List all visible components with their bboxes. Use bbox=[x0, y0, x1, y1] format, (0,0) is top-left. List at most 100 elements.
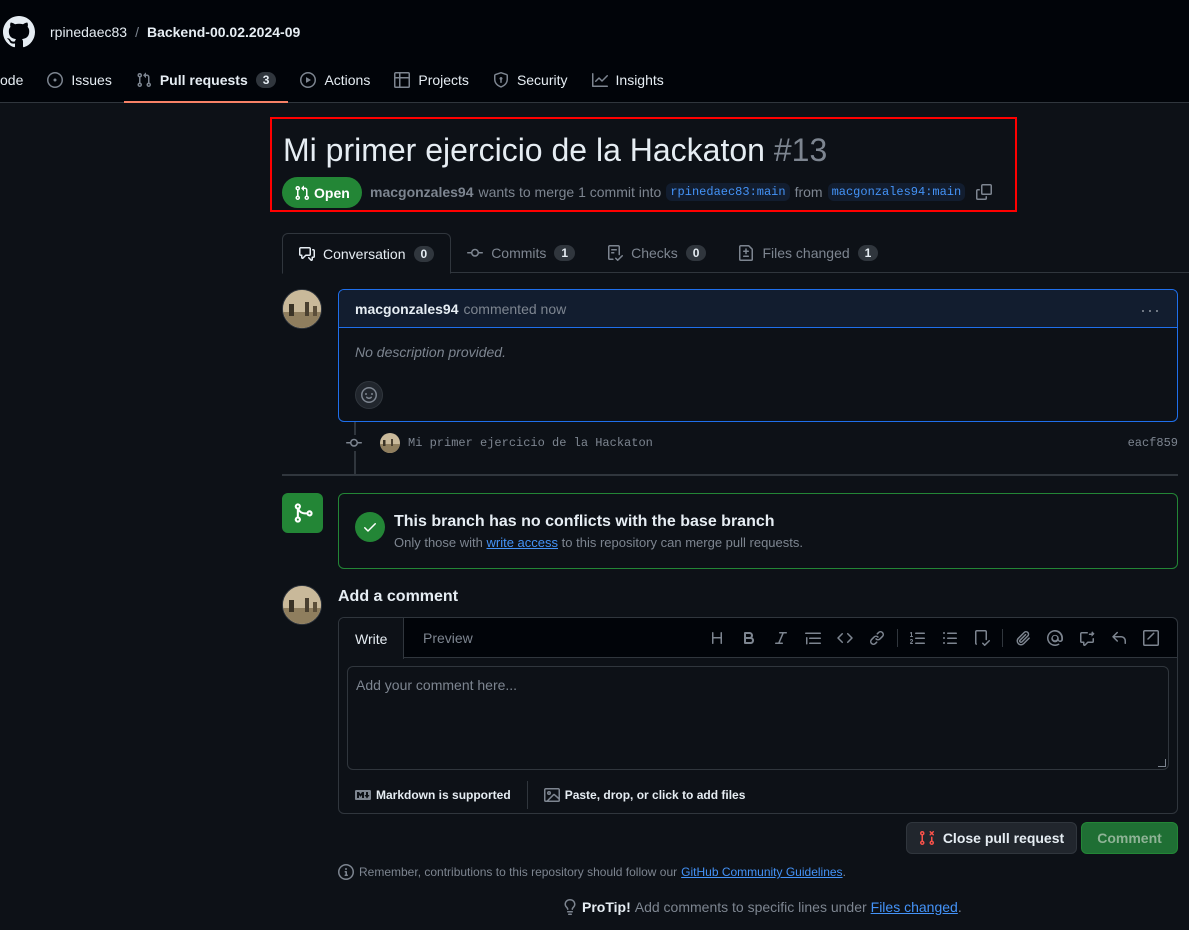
toolbar-divider bbox=[897, 629, 898, 647]
repo-nav: ode Issues Pull requests 3 Actions Proje… bbox=[0, 62, 676, 103]
base-branch[interactable]: rpinedaec83:main bbox=[666, 183, 790, 201]
kebab-menu-icon[interactable]: ··· bbox=[1140, 300, 1161, 321]
markdown-toolbar bbox=[701, 618, 1167, 658]
tab-write[interactable]: Write bbox=[339, 618, 405, 659]
task-list-icon[interactable] bbox=[966, 622, 998, 654]
git-pull-request-icon bbox=[295, 185, 310, 200]
repo-header: rpinedaec83 / Backend-00.02.2024-09 ode … bbox=[0, 0, 1189, 103]
comment-placeholder: Add your comment here... bbox=[356, 677, 518, 693]
nav-projects-label: Projects bbox=[418, 72, 469, 88]
nav-projects[interactable]: Projects bbox=[382, 62, 481, 98]
commit-author-avatar[interactable] bbox=[380, 433, 400, 453]
editor-footer: Markdown is supported Paste, drop, or cl… bbox=[339, 778, 1177, 812]
numbered-list-icon[interactable] bbox=[902, 622, 934, 654]
bold-icon[interactable] bbox=[733, 622, 765, 654]
git-pull-request-icon bbox=[137, 72, 151, 88]
comment-editor: Write Preview Add your comment here... M… bbox=[338, 617, 1178, 814]
comment-button[interactable]: Comment bbox=[1081, 822, 1178, 854]
mention-icon[interactable] bbox=[1039, 622, 1071, 654]
page-title: Mi primer ejercicio de la Hackaton #13 bbox=[283, 132, 827, 169]
avatar[interactable] bbox=[282, 289, 322, 329]
pull-requests-counter: 3 bbox=[255, 72, 277, 88]
tab-commits-count: 1 bbox=[554, 245, 576, 261]
heading-icon[interactable] bbox=[701, 622, 733, 654]
tab-checks[interactable]: Checks 0 bbox=[591, 233, 722, 273]
comment-meta: commented now bbox=[463, 300, 567, 317]
add-files-button[interactable]: Paste, drop, or click to add files bbox=[528, 787, 762, 803]
quote-icon[interactable] bbox=[797, 622, 829, 654]
issue-opened-icon bbox=[47, 72, 64, 88]
info-icon bbox=[338, 864, 354, 880]
merge-status-box: This branch has no conflicts with the ba… bbox=[338, 493, 1178, 569]
pr-author-link[interactable]: macgonzales94 bbox=[370, 184, 474, 200]
merge-summary: macgonzales94 wants to merge 1 commit in… bbox=[370, 183, 993, 201]
paperclip-icon[interactable] bbox=[1007, 622, 1039, 654]
merge-status-icon-box bbox=[282, 493, 323, 533]
nav-security[interactable]: Security bbox=[481, 62, 580, 98]
markdown-note: Markdown is supported bbox=[376, 788, 511, 802]
nav-issues[interactable]: Issues bbox=[35, 62, 123, 98]
tab-checks-count: 0 bbox=[685, 245, 707, 261]
breadcrumb-owner[interactable]: rpinedaec83 bbox=[50, 24, 127, 40]
nav-pull-requests-label: Pull requests bbox=[159, 72, 248, 88]
comment-textarea[interactable]: Add your comment here... bbox=[347, 666, 1169, 770]
merge-text: wants to merge 1 commit into bbox=[478, 184, 662, 200]
head-branch[interactable]: macgonzales94:main bbox=[827, 183, 966, 201]
files-changed-link[interactable]: Files changed bbox=[871, 899, 958, 915]
merge-sub-before: Only those with bbox=[394, 535, 483, 550]
commit-message[interactable]: Mi primer ejercicio de la Hackaton bbox=[408, 436, 653, 450]
breadcrumb-repo[interactable]: Backend-00.02.2024-09 bbox=[147, 24, 300, 40]
breadcrumb: rpinedaec83 / Backend-00.02.2024-09 bbox=[50, 24, 300, 40]
copy-icon[interactable] bbox=[976, 184, 993, 200]
tab-files-changed-count: 1 bbox=[857, 245, 879, 261]
editor-tabs: Write Preview bbox=[339, 618, 1177, 659]
close-pull-request-label: Close pull request bbox=[942, 830, 1065, 846]
light-bulb-icon bbox=[564, 899, 576, 915]
nav-code[interactable]: ode bbox=[0, 62, 35, 98]
shield-icon bbox=[493, 72, 508, 88]
comment-header: macgonzales94 commented now bbox=[339, 290, 1177, 328]
close-pull-request-button[interactable]: Close pull request bbox=[906, 822, 1077, 854]
github-logo-icon[interactable] bbox=[3, 16, 35, 48]
slash-command-icon[interactable] bbox=[1135, 622, 1167, 654]
italic-icon[interactable] bbox=[765, 622, 797, 654]
tab-preview[interactable]: Preview bbox=[407, 618, 489, 658]
add-reaction-button[interactable] bbox=[355, 381, 383, 409]
smiley-icon bbox=[361, 387, 377, 403]
pr-title-text: Mi primer ejercicio de la Hackaton bbox=[283, 132, 765, 168]
tab-conversation-count: 0 bbox=[413, 245, 435, 262]
comment-discussion-icon bbox=[299, 246, 315, 261]
write-access-link[interactable]: write access bbox=[487, 535, 559, 550]
current-user-avatar[interactable] bbox=[282, 585, 322, 625]
reply-icon[interactable] bbox=[1103, 622, 1135, 654]
nav-pull-requests[interactable]: Pull requests 3 bbox=[123, 62, 289, 103]
markdown-supported-link[interactable]: Markdown is supported bbox=[339, 787, 527, 803]
merge-status-subtitle: Only those with write access to this rep… bbox=[394, 535, 803, 550]
tab-files-changed[interactable]: Files changed 1 bbox=[722, 233, 894, 273]
from-text: from bbox=[794, 184, 823, 200]
community-guidelines-link[interactable]: GitHub Community Guidelines bbox=[681, 865, 842, 879]
resize-handle[interactable] bbox=[1158, 759, 1166, 767]
git-commit-icon bbox=[467, 248, 484, 257]
link-icon[interactable] bbox=[861, 622, 893, 654]
play-icon bbox=[300, 72, 317, 88]
remember-text: Remember, contributions to this reposito… bbox=[359, 865, 678, 879]
pr-tabs: Conversation 0 Commits 1 Checks 0 Files … bbox=[282, 233, 1189, 274]
tab-checks-label: Checks bbox=[631, 245, 678, 261]
nav-issues-label: Issues bbox=[71, 72, 112, 88]
commit-sha[interactable]: eacf859 bbox=[1128, 436, 1178, 450]
protip-period: . bbox=[957, 899, 962, 915]
graph-icon bbox=[591, 73, 608, 87]
tab-files-changed-label: Files changed bbox=[762, 245, 850, 261]
cross-reference-icon[interactable] bbox=[1071, 622, 1103, 654]
protip-note: ProTip! Add comments to specific lines u… bbox=[562, 899, 962, 915]
tab-conversation[interactable]: Conversation 0 bbox=[282, 233, 452, 274]
tab-commits[interactable]: Commits 1 bbox=[451, 233, 591, 273]
merge-status-title: This branch has no conflicts with the ba… bbox=[394, 513, 775, 530]
nav-actions[interactable]: Actions bbox=[288, 62, 382, 98]
unordered-list-icon[interactable] bbox=[934, 622, 966, 654]
pr-number: #13 bbox=[773, 132, 828, 168]
comment-author[interactable]: macgonzales94 bbox=[355, 301, 459, 317]
code-icon[interactable] bbox=[829, 622, 861, 654]
nav-insights[interactable]: Insights bbox=[580, 62, 676, 98]
